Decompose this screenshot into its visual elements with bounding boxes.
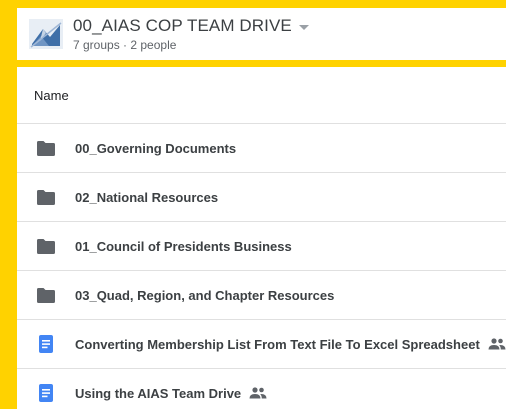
file-row[interactable]: Converting Membership List From Text Fil… (17, 320, 506, 369)
file-row[interactable]: 01_Council of Presidents Business (17, 222, 506, 271)
shared-people-icon (249, 387, 267, 399)
name-column-header[interactable]: Name (17, 67, 506, 124)
team-drive-logo-icon (29, 19, 63, 49)
file-row[interactable]: Using the AIAS Team Drive (17, 369, 506, 409)
team-drive-members[interactable]: 7 groups · 2 people (73, 38, 176, 52)
file-name[interactable]: Using the AIAS Team Drive (75, 386, 241, 401)
folder-icon (37, 237, 55, 255)
name-column-label: Name (34, 87, 69, 103)
google-doc-icon (37, 384, 55, 402)
file-row[interactable]: 03_Quad, Region, and Chapter Resources (17, 271, 506, 320)
file-row[interactable]: 00_Governing Documents (17, 124, 506, 173)
file-name[interactable]: Converting Membership List From Text Fil… (75, 337, 480, 352)
file-name[interactable]: 02_National Resources (75, 190, 218, 205)
team-drive-title-row[interactable]: 00_AIAS COP TEAM DRIVE (73, 15, 309, 37)
google-doc-icon (37, 335, 55, 353)
file-name[interactable]: 03_Quad, Region, and Chapter Resources (75, 288, 334, 303)
chevron-down-icon[interactable] (298, 24, 309, 30)
app-frame: 00_AIAS COP TEAM DRIVE 7 groups · 2 peop… (0, 0, 506, 409)
folder-icon (37, 188, 55, 206)
file-list: Name 00_Governing Documents 02_National … (17, 67, 506, 409)
folder-icon (37, 139, 55, 157)
file-name[interactable]: 01_Council of Presidents Business (75, 239, 292, 254)
team-drive-header: 00_AIAS COP TEAM DRIVE 7 groups · 2 peop… (17, 8, 506, 60)
team-drive-title[interactable]: 00_AIAS COP TEAM DRIVE (73, 16, 292, 36)
folder-icon (37, 286, 55, 304)
file-row[interactable]: 02_National Resources (17, 173, 506, 222)
shared-people-icon (488, 338, 506, 350)
file-name[interactable]: 00_Governing Documents (75, 141, 236, 156)
